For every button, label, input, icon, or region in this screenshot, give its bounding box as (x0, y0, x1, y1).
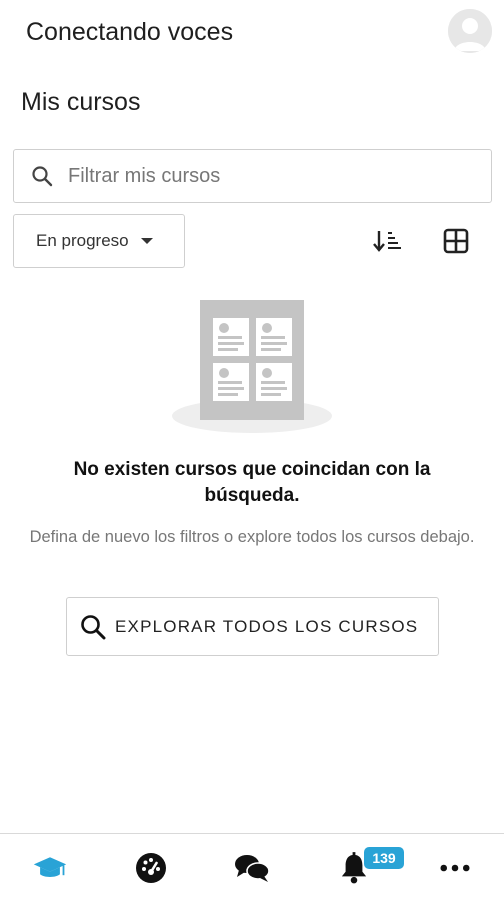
notification-count-badge: 139 (364, 847, 404, 869)
nav-item-courses[interactable] (30, 850, 70, 886)
sort-icon (373, 231, 401, 252)
bottom-navigation: 139 (0, 833, 504, 900)
status-filter-dropdown[interactable]: En progreso (13, 214, 185, 268)
empty-courses-illustration (170, 296, 334, 436)
search-icon (81, 614, 106, 639)
page-title: Mis cursos (21, 88, 141, 116)
sort-button[interactable] (372, 227, 404, 255)
explore-all-courses-button[interactable]: EXPLORAR TODOS LOS CURSOS (66, 597, 439, 656)
empty-state-description: Defina de nuevo los filtros o explore to… (29, 528, 475, 546)
explore-button-label: EXPLORAR TODOS LOS CURSOS (115, 616, 419, 636)
filter-label: En progreso (36, 231, 129, 250)
search-icon (32, 166, 53, 187)
dashboard-gauge-icon (136, 853, 166, 883)
grid-view-button[interactable] (442, 227, 470, 255)
search-input[interactable] (68, 164, 468, 188)
graduation-cap-icon (33, 857, 67, 877)
nav-item-messages[interactable] (232, 850, 272, 886)
user-avatar[interactable] (448, 9, 492, 53)
grid-view-icon (443, 228, 469, 254)
nav-item-more[interactable] (435, 850, 475, 886)
search-box[interactable] (13, 149, 492, 203)
user-avatar-icon (448, 9, 492, 53)
caret-down-icon (140, 238, 153, 244)
nav-item-dashboard[interactable] (131, 850, 171, 886)
empty-state-title: No existen cursos que coincidan con la b… (73, 459, 431, 506)
chat-bubbles-icon (235, 855, 270, 882)
more-dots-icon (440, 864, 470, 872)
app-title: Conectando voces (26, 18, 234, 46)
